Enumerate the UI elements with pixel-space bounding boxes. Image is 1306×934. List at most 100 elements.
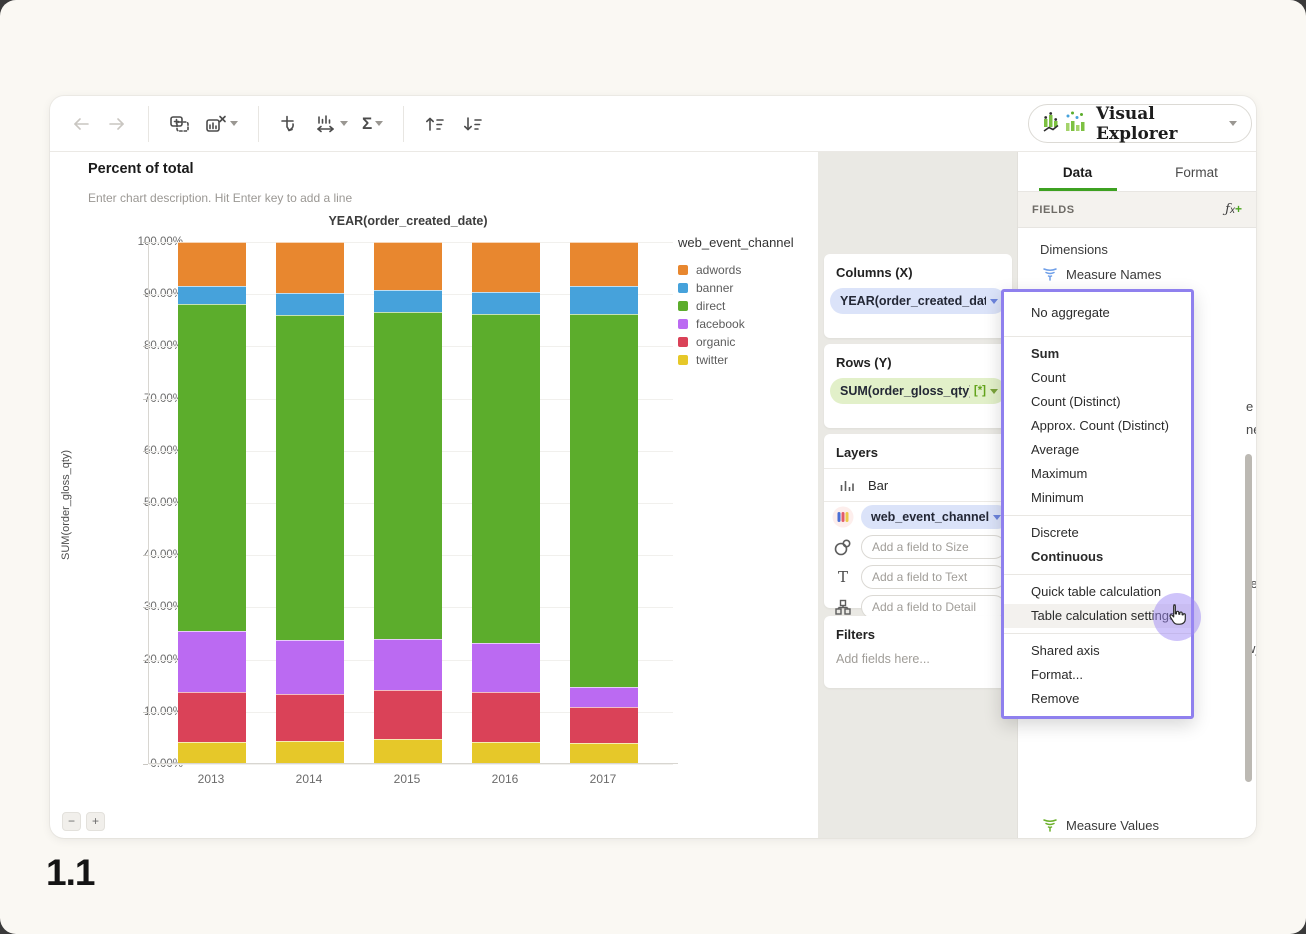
bar-segment-adwords[interactable] <box>276 242 344 294</box>
x-axis-tick-label: 2017 <box>589 772 617 786</box>
menu-item-discrete[interactable]: Discrete <box>1004 521 1191 545</box>
chevron-down-icon <box>340 121 348 126</box>
bar-segment-direct[interactable] <box>570 313 638 688</box>
bar-segment-direct[interactable] <box>374 311 442 639</box>
menu-item-continuous[interactable]: Continuous <box>1004 545 1191 569</box>
bar-segment-direct[interactable] <box>472 313 540 644</box>
menu-separator <box>1004 515 1191 516</box>
bar-segment-direct[interactable] <box>178 303 246 632</box>
bar-segment-organic[interactable] <box>570 707 638 743</box>
layer-color-pill[interactable]: web_event_channel <box>861 505 1010 529</box>
stacked-bar-2017[interactable] <box>570 242 638 764</box>
layer-row: web_event_channel <box>824 502 1012 532</box>
bar-segment-adwords[interactable] <box>472 242 540 292</box>
bar-segment-facebook[interactable] <box>374 638 442 690</box>
gridline <box>149 764 673 765</box>
size-icon <box>832 537 854 557</box>
fx-plus-icon[interactable]: ƒx+ <box>1225 202 1242 217</box>
fit-width-button[interactable] <box>315 114 348 134</box>
sort-descending-button[interactable] <box>462 114 486 134</box>
field-item[interactable]: Measure Names <box>1018 263 1256 285</box>
menu-item-shared-axis[interactable]: Shared axis <box>1004 639 1191 663</box>
chevron-down-icon <box>1229 121 1237 126</box>
stacked-bar-2016[interactable] <box>472 242 540 764</box>
field-drop-target[interactable]: Add a field to Text <box>861 565 1006 589</box>
forward-arrow-icon <box>106 114 128 134</box>
menu-item-average[interactable]: Average <box>1004 438 1191 462</box>
tab-data[interactable]: Data <box>1018 152 1137 191</box>
stacked-bar-2015[interactable] <box>374 242 442 764</box>
legend-item-facebook[interactable]: facebook <box>678 315 794 333</box>
legend-item-twitter[interactable]: twitter <box>678 351 794 369</box>
field-drop-target[interactable]: Add a field to Size <box>861 535 1006 559</box>
chart-title[interactable]: Percent of total <box>88 161 194 177</box>
field-item[interactable]: Measure Values <box>1018 814 1248 836</box>
bar-segment-banner[interactable] <box>570 285 638 314</box>
menu-item-count[interactable]: Count <box>1004 366 1191 390</box>
legend-item-banner[interactable]: banner <box>678 279 794 297</box>
menu-item-remove[interactable]: Remove <box>1004 687 1191 711</box>
bar-segment-twitter[interactable] <box>178 741 246 764</box>
field-item[interactable]: #account_lat <box>1018 836 1248 838</box>
menu-item-count-distinct[interactable]: Count (Distinct) <box>1004 390 1191 414</box>
columns-field-pill[interactable]: YEAR(order_created_date) <box>830 288 1006 314</box>
bar-segment-facebook[interactable] <box>472 643 540 693</box>
menu-item-format[interactable]: Format... <box>1004 663 1191 687</box>
forward-arrow-button[interactable] <box>106 114 128 134</box>
bar-segment-banner[interactable] <box>472 291 540 314</box>
bar-segment-banner[interactable] <box>276 293 344 316</box>
sigma-button[interactable]: Σ <box>362 114 384 134</box>
bar-segment-twitter[interactable] <box>374 738 442 764</box>
sort-ascending-button[interactable] <box>424 114 448 134</box>
bar-segment-banner[interactable] <box>374 290 442 312</box>
bar-segment-organic[interactable] <box>374 689 442 739</box>
delete-chart-button[interactable] <box>205 114 238 134</box>
legend: web_event_channel adwords banner direct fac… <box>678 235 794 369</box>
stacked-bar-2014[interactable] <box>276 242 344 764</box>
bar-segment-twitter[interactable] <box>472 741 540 764</box>
stacked-bar-2013[interactable] <box>178 242 246 764</box>
bar-segment-organic[interactable] <box>178 692 246 742</box>
bar-segment-banner[interactable] <box>178 285 246 304</box>
menu-item-approx-count-distinct[interactable]: Approx. Count (Distinct) <box>1004 414 1191 438</box>
bar-segment-twitter[interactable] <box>570 742 638 764</box>
bar-segment-adwords[interactable] <box>178 242 246 286</box>
bar-segment-facebook[interactable] <box>570 687 638 708</box>
visual-explorer-switcher[interactable]: Visual Explorer <box>1028 104 1252 144</box>
legend-swatch <box>678 301 688 311</box>
scrollbar-thumb[interactable] <box>1245 454 1252 782</box>
layers-panel: Layers Bar web_event_channel Add a field … <box>824 434 1012 619</box>
bar-segment-direct[interactable] <box>276 315 344 641</box>
fit-width-icon <box>315 114 337 134</box>
chart-description[interactable]: Enter chart description. Hit Enter key t… <box>88 191 352 205</box>
legend-item-adwords[interactable]: adwords <box>678 261 794 279</box>
tab-format[interactable]: Format <box>1137 152 1256 191</box>
layer-type-row[interactable]: Bar <box>824 469 1012 501</box>
legend-item-direct[interactable]: direct <box>678 297 794 315</box>
bar-segment-organic[interactable] <box>276 694 344 741</box>
bar-segment-facebook[interactable] <box>178 631 246 693</box>
menu-item-no-aggregate[interactable]: No aggregate <box>1004 297 1191 331</box>
duplicate-chart-button[interactable] <box>169 114 191 134</box>
filters-drop-target[interactable]: Add fields here... <box>824 650 1012 680</box>
chevron-down-icon <box>990 298 998 304</box>
chevron-down-icon <box>993 514 1002 520</box>
menu-item-sum[interactable]: Sum <box>1004 342 1191 366</box>
rows-field-label: SUM(order_gloss_qty) <box>840 384 970 398</box>
rows-panel: Rows (Y) SUM(order_gloss_qty) [*] <box>824 344 1012 428</box>
bar-segment-adwords[interactable] <box>570 242 638 286</box>
menu-item-minimum[interactable]: Minimum <box>1004 486 1191 510</box>
bar-segment-adwords[interactable] <box>374 242 442 291</box>
swap-axes-button[interactable] <box>279 114 301 134</box>
back-arrow-button[interactable] <box>70 114 92 134</box>
dimensions-section-label: Dimensions <box>1040 242 1108 257</box>
bar-segment-twitter[interactable] <box>276 740 344 764</box>
chevron-down-icon <box>990 388 998 394</box>
rows-field-pill[interactable]: SUM(order_gloss_qty) [*] <box>830 378 1006 404</box>
bar-segment-organic[interactable] <box>472 692 540 742</box>
bar-segment-facebook[interactable] <box>276 640 344 695</box>
legend-item-organic[interactable]: organic <box>678 333 794 351</box>
menu-item-maximum[interactable]: Maximum <box>1004 462 1191 486</box>
zoom-out-button[interactable]: − <box>62 812 81 831</box>
zoom-in-button[interactable]: + <box>86 812 105 831</box>
